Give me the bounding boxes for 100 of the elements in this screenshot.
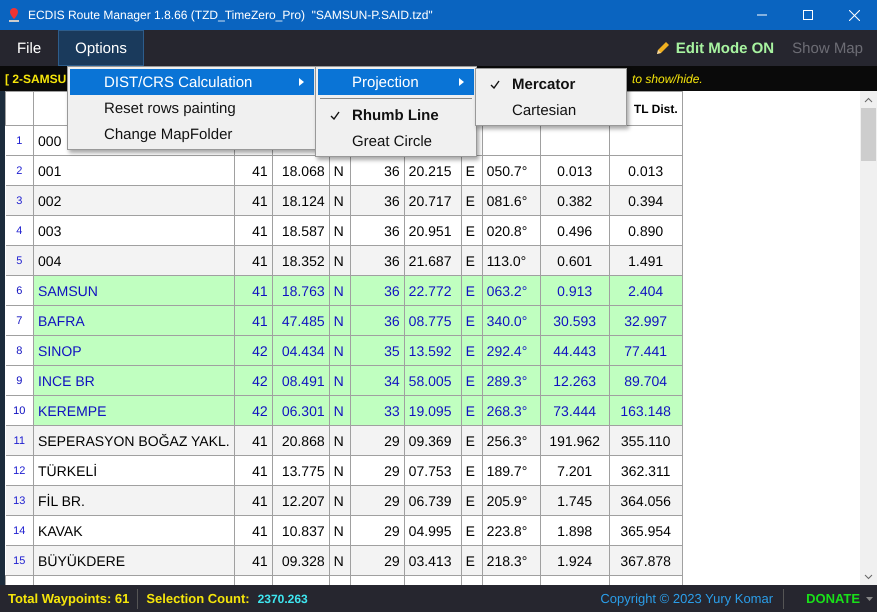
table-cell: 41	[252, 252, 268, 268]
table-cell: 89.704	[624, 372, 668, 388]
edit-mode-label[interactable]: Edit Mode ON	[676, 40, 774, 56]
table-cell: SINOP	[38, 342, 82, 358]
table-cell: 41	[252, 222, 268, 238]
table-cell: 163.148	[620, 402, 671, 418]
scrollbar[interactable]	[860, 91, 877, 585]
table-cell: BÜYÜKDERE	[38, 552, 126, 568]
donate-button[interactable]: DONATE	[784, 591, 877, 606]
table-cell: 42	[252, 342, 268, 358]
table-cell: N	[334, 432, 344, 448]
menu-item[interactable]: File	[0, 30, 58, 66]
table-cell: 362.311	[620, 462, 670, 478]
table-cell: E	[466, 162, 476, 178]
caret-icon	[866, 596, 873, 600]
menu-item[interactable]: Projection	[318, 69, 474, 95]
table-cell: 08.491	[282, 372, 325, 388]
table-cell: N	[334, 282, 344, 298]
menu-item[interactable]: DIST/CRS Calculation	[70, 69, 314, 95]
table-cell: 18.124	[282, 192, 325, 208]
waypoint-count: Total Waypoints: 61	[7, 591, 130, 606]
menu-item[interactable]: Great Circle	[318, 128, 474, 154]
maximize-icon[interactable]	[803, 10, 813, 20]
table-cell: 0.890	[628, 222, 664, 238]
table-cell: 2.404	[628, 282, 664, 298]
table-cell: 41	[252, 462, 268, 478]
submenu-arrow-icon	[299, 78, 304, 86]
table-cell: N	[334, 372, 344, 388]
table-cell: 29	[384, 552, 400, 568]
table-cell: E	[466, 432, 476, 448]
table-cell: N	[334, 342, 344, 358]
table-cell: FİL BR.	[38, 492, 85, 508]
menu-item[interactable]: Change MapFolder	[70, 121, 314, 147]
table-cell: 7.201	[557, 462, 592, 478]
table-cell: 20.951	[408, 222, 452, 238]
table-cell: 18.587	[282, 222, 325, 238]
table-cell: 36	[384, 312, 400, 328]
table-cell: 364.056	[620, 492, 671, 508]
row-number: 4	[16, 224, 22, 236]
table-cell: N	[334, 162, 344, 178]
table-cell: 41	[252, 552, 268, 568]
table-cell: KEREMPE	[38, 402, 106, 418]
table-cell: 42	[252, 372, 268, 388]
table-cell: 10.837	[282, 522, 325, 538]
table-cell: 001	[38, 162, 62, 178]
table-cell: 0.496	[557, 222, 592, 238]
table-cell: 367.878	[620, 552, 671, 568]
table-cell: 22.772	[408, 282, 452, 298]
table-cell: 41	[252, 282, 268, 298]
row-number: 10	[13, 404, 26, 416]
table-cell: 0.913	[557, 282, 592, 298]
hint-text: to show/hide.	[632, 72, 703, 86]
route-name: [ 2-SAMSU	[5, 72, 66, 86]
table-cell: E	[466, 372, 476, 388]
table-cell: 191.962	[549, 432, 600, 448]
table-cell: 29	[384, 462, 400, 478]
table-cell: 04.434	[282, 342, 325, 358]
table-cell: N	[334, 312, 344, 328]
table-cell: 41	[252, 162, 268, 178]
table-cell: 29	[384, 432, 400, 448]
table-cell: 06.739	[408, 492, 452, 508]
table-cell: E	[466, 192, 476, 208]
menu-item[interactable]: Cartesian	[478, 97, 624, 123]
scrollbar-thumb[interactable]	[861, 108, 876, 161]
table-cell: E	[466, 492, 476, 508]
row-number: 14	[13, 524, 26, 536]
table-cell: 1.924	[557, 552, 592, 568]
table-cell: 36	[384, 192, 400, 208]
row-number: 7	[16, 314, 22, 326]
row-number: 8	[16, 344, 22, 356]
column-header: TL Dist.	[634, 102, 678, 116]
table-cell: 1.745	[557, 492, 592, 508]
table-cell: 41	[252, 192, 268, 208]
table-cell: 36	[384, 162, 400, 178]
table-cell: 03.413	[408, 552, 452, 568]
table-cell: 0.013	[557, 162, 592, 178]
table-cell: 04.995	[408, 522, 452, 538]
table-cell: SEPERASYON BOĞAZ YAKL.	[38, 432, 230, 448]
copyright-text: Copyright © 2023 Yury Komar	[599, 591, 774, 606]
table-cell: 18.763	[282, 282, 325, 298]
table-cell: 34	[384, 372, 400, 388]
scroll-down-icon[interactable]	[864, 574, 873, 580]
menu-item[interactable]: Mercator	[478, 71, 624, 97]
menu-item[interactable]: Rhumb Line	[318, 102, 474, 128]
table-cell: E	[466, 312, 476, 328]
table-cell: E	[466, 342, 476, 358]
row-number: 3	[16, 194, 22, 206]
close-icon[interactable]	[848, 10, 860, 20]
table-cell: 41	[252, 522, 268, 538]
table-cell: 44.443	[553, 342, 596, 358]
table-cell: N	[334, 222, 344, 238]
menu-item[interactable]: Options	[58, 30, 144, 66]
table-cell: 12.207	[282, 492, 325, 508]
row-number: 12	[13, 464, 26, 476]
scroll-up-icon[interactable]	[864, 96, 873, 102]
table-cell: 205.9°	[486, 492, 528, 508]
table-cell: N	[334, 402, 344, 418]
table-cell: 223.8°	[486, 522, 528, 538]
table-cell: 050.7°	[486, 162, 528, 178]
menu-item[interactable]: Reset rows painting	[70, 95, 314, 121]
